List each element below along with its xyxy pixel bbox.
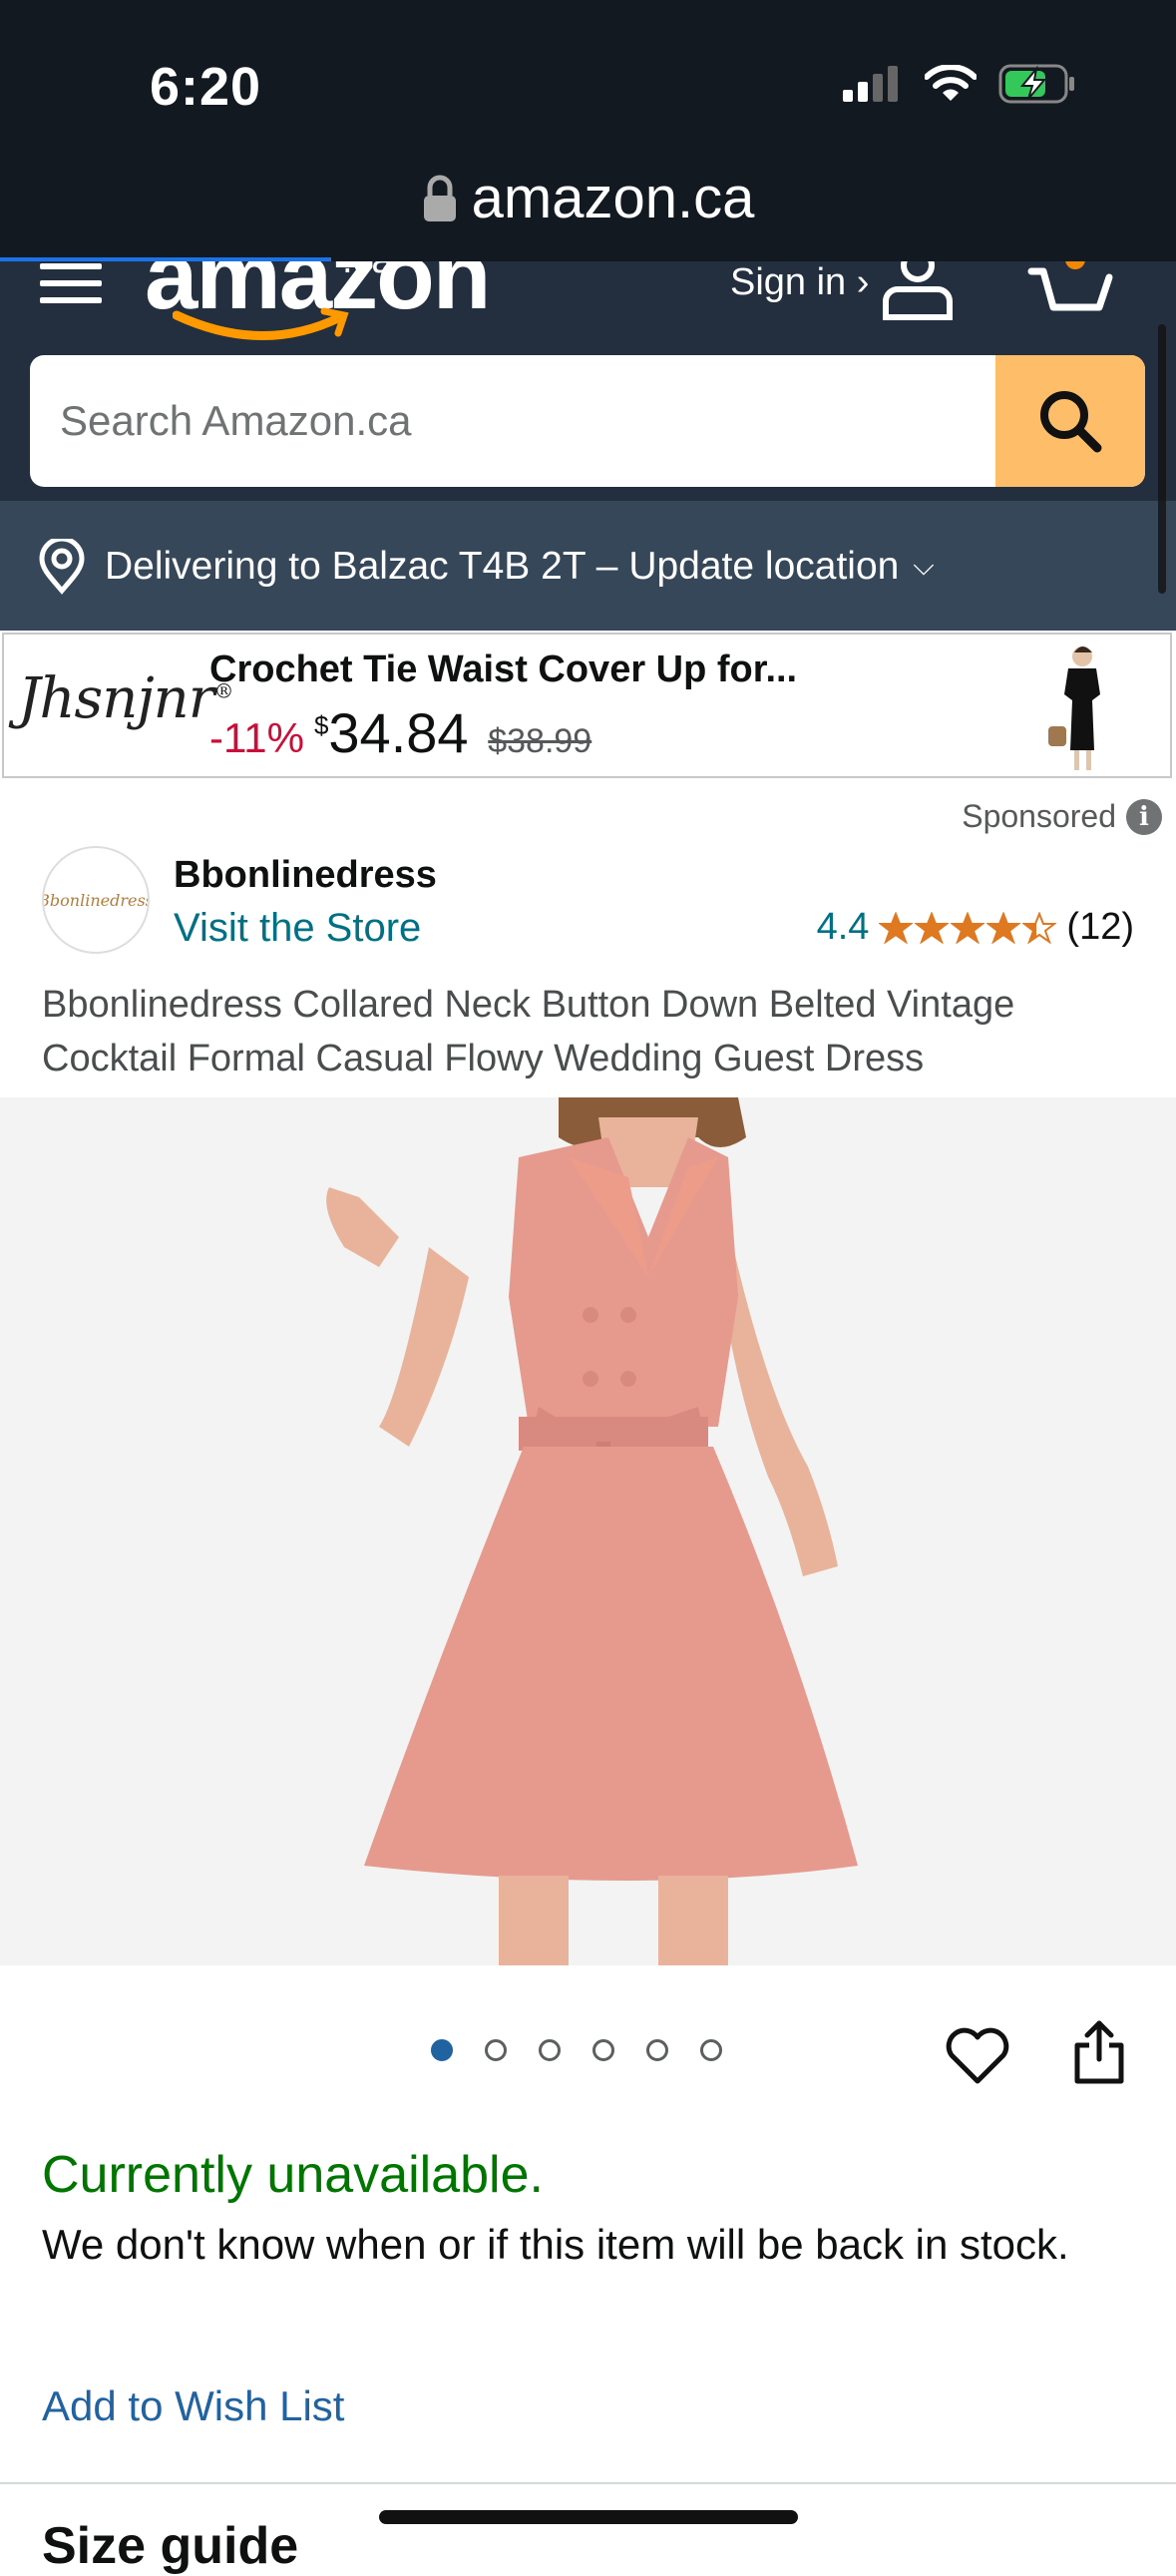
- logo-smile-icon: [173, 307, 349, 340]
- sign-in-link[interactable]: Sign in ›: [730, 261, 869, 304]
- amazon-header: amazon .ca Sign in ›: [0, 261, 1176, 501]
- banner-product-image: [1048, 646, 1100, 770]
- delivery-text: Delivering to Balzac T4B 2T – Update loc…: [105, 545, 900, 588]
- carousel-dot[interactable]: [485, 2039, 507, 2061]
- url-bar[interactable]: amazon.ca: [0, 165, 1176, 231]
- store-logo[interactable]: Bbonlinedress: [42, 846, 150, 954]
- chevron-down-icon: ⌵: [913, 550, 935, 581]
- banner-product-title: Crochet Tie Waist Cover Up for...: [209, 648, 798, 690]
- search-button[interactable]: [995, 355, 1145, 487]
- product-title[interactable]: Bbonlinedress Collared Neck Button Down …: [42, 978, 1139, 1085]
- carousel-dot[interactable]: [700, 2039, 722, 2061]
- scrollbar[interactable]: [1158, 324, 1166, 594]
- rating-summary[interactable]: 4.4 (12): [817, 906, 1134, 949]
- carousel-dot[interactable]: [592, 2039, 614, 2061]
- logo-suffix: .ca: [342, 261, 393, 282]
- star-icon: [986, 911, 1021, 944]
- rating-value: 4.4: [816, 906, 870, 948]
- cart-icon[interactable]: [1027, 261, 1117, 321]
- visit-store-link[interactable]: Visit the Store: [174, 906, 421, 951]
- section-divider: [0, 2482, 1176, 2484]
- add-to-wish-list-link[interactable]: Add to Wish List: [42, 2382, 344, 2430]
- carousel-dot[interactable]: [539, 2039, 561, 2061]
- currency-symbol: $: [313, 710, 329, 740]
- cellular-signal-icon: [843, 66, 898, 102]
- image-carousel-dots: [431, 2039, 722, 2061]
- status-bar: 6:20 amazon.ca: [0, 0, 1176, 264]
- amazon-logo[interactable]: amazon .ca: [145, 261, 491, 341]
- sponsored-label[interactable]: Sponsored i: [962, 798, 1162, 835]
- store-name: Bbonlinedress: [174, 854, 437, 896]
- availability-message: We don't know when or if this item will …: [42, 2221, 1069, 2268]
- dress-photo: [0, 1097, 1176, 1965]
- star-icon: [915, 911, 950, 944]
- account-icon[interactable]: [878, 261, 958, 323]
- url-text: amazon.ca: [471, 166, 755, 230]
- heart-icon[interactable]: [944, 2025, 1011, 2085]
- brand-logo: Jhsnjnr®: [18, 666, 234, 731]
- discount-percent: -11%: [209, 714, 304, 761]
- hamburger-menu-icon[interactable]: [40, 263, 102, 303]
- carousel-dot[interactable]: [646, 2039, 668, 2061]
- sponsored-banner[interactable]: Jhsnjnr® Crochet Tie Waist Cover Up for.…: [2, 633, 1172, 778]
- product-image[interactable]: [0, 1097, 1176, 1965]
- carousel-dot[interactable]: [431, 2039, 453, 2061]
- banner-price: -11% $34.84 $38.99: [209, 700, 591, 765]
- review-count: (12): [1066, 906, 1134, 948]
- availability-status: Currently unavailable.: [42, 2146, 544, 2204]
- sale-price: 34.84: [328, 701, 469, 764]
- info-icon[interactable]: i: [1126, 798, 1162, 835]
- battery-charging-icon: [998, 64, 1074, 104]
- star-icon: [951, 911, 985, 944]
- search-bar: [30, 355, 1145, 487]
- wifi-icon: [925, 65, 977, 101]
- location-pin-icon: [39, 539, 85, 595]
- star-rating: [879, 911, 1057, 944]
- delivery-location-bar[interactable]: Delivering to Balzac T4B 2T – Update loc…: [0, 501, 1176, 631]
- status-icons: [843, 64, 1076, 104]
- size-guide-heading: Size guide: [42, 2517, 299, 2575]
- share-icon[interactable]: [1071, 2019, 1127, 2085]
- home-indicator[interactable]: [379, 2510, 798, 2524]
- star-icon: [1022, 911, 1057, 944]
- star-icon: [879, 911, 914, 944]
- search-icon: [1040, 391, 1102, 453]
- lock-icon: [423, 175, 456, 221]
- list-price: $38.99: [488, 722, 592, 760]
- search-input[interactable]: [30, 355, 987, 487]
- clock: 6:20: [150, 57, 262, 117]
